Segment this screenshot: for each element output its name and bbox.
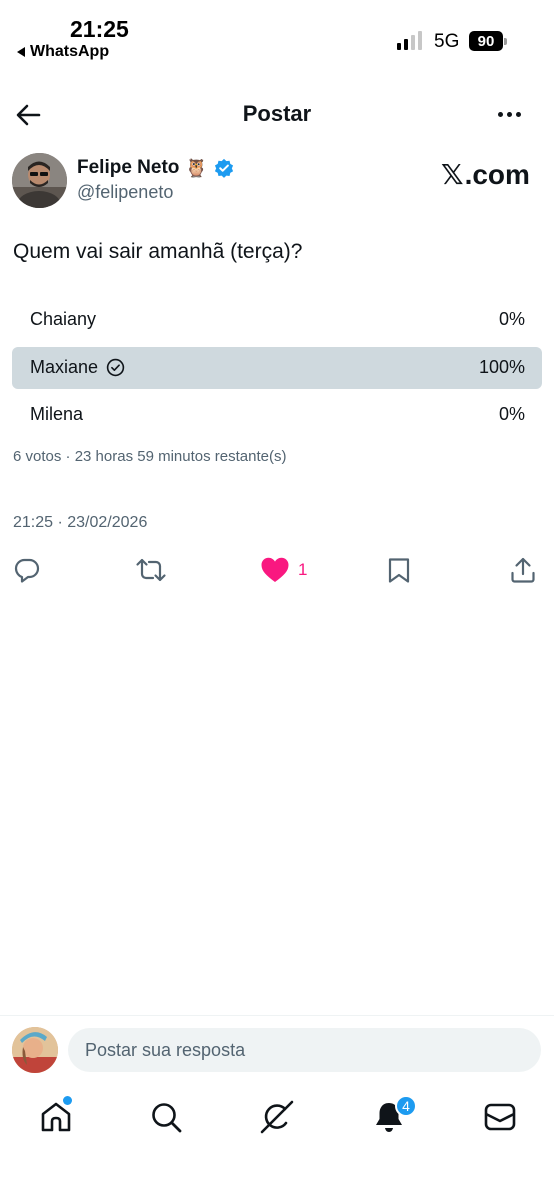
poll-option: Chaiany 0% — [12, 299, 542, 341]
author-avatar[interactable] — [12, 153, 67, 208]
x-com-watermark: 𝕏 .com — [441, 158, 530, 191]
poll-meta: 6 votos · 23 horas 59 minutos restante(s… — [13, 448, 287, 465]
post-timestamp[interactable]: 21:25 · 23/02/2026 — [13, 514, 147, 532]
back-button[interactable] — [14, 100, 44, 130]
user-avatar-image — [12, 1027, 58, 1073]
status-time: 21:25 — [70, 16, 129, 42]
author-handle[interactable]: @felipeneto — [77, 182, 173, 203]
poll-option: Milena 0% — [12, 394, 542, 436]
nav-search[interactable] — [148, 1099, 184, 1135]
verified-icon — [214, 158, 233, 178]
poll-option-selected: Maxiane 100% — [12, 347, 542, 389]
reply-input[interactable] — [68, 1028, 541, 1072]
poll-option-percent: 0% — [498, 404, 525, 424]
grok-icon — [260, 1100, 294, 1134]
author-emoji: 🦉 — [185, 157, 208, 178]
battery-level: 90 — [469, 31, 503, 51]
divider — [0, 1015, 554, 1016]
more-options-button[interactable] — [498, 104, 532, 124]
search-icon — [152, 1103, 182, 1133]
avatar-image — [12, 153, 67, 208]
signal-icon — [397, 31, 422, 50]
post-text: Quem vai sair amanhã (terça)? — [13, 240, 303, 263]
bookmark-button[interactable] — [386, 555, 412, 585]
back-triangle-icon — [17, 47, 25, 57]
nav-messages[interactable] — [482, 1099, 518, 1135]
bookmark-icon — [388, 558, 410, 583]
page-title: Postar — [242, 101, 312, 126]
back-app-label: WhatsApp — [30, 43, 110, 60]
poll-option-label: Maxiane — [30, 357, 99, 377]
watermark-suffix: .com — [464, 158, 530, 190]
check-circle-icon — [106, 358, 125, 377]
user-avatar[interactable] — [12, 1027, 58, 1073]
share-button[interactable] — [509, 555, 537, 585]
poll-option-label: Chaiany — [30, 309, 97, 329]
repost-button[interactable] — [135, 555, 167, 585]
retweet-icon — [136, 558, 166, 582]
back-to-app-link[interactable]: WhatsApp — [17, 43, 109, 61]
author-name[interactable]: Felipe Neto — [77, 157, 179, 179]
x-logo-icon: 𝕏 — [441, 159, 464, 190]
reply-icon — [14, 558, 40, 583]
notifications-badge: 4 — [395, 1095, 417, 1117]
battery-icon: 90 — [469, 31, 507, 51]
network-label: 5G — [434, 31, 460, 52]
poll-option-percent: 100% — [478, 357, 525, 377]
mail-icon — [484, 1103, 516, 1131]
share-icon — [511, 557, 535, 583]
poll-option-percent: 0% — [498, 309, 525, 329]
poll-option-label: Milena — [30, 404, 84, 424]
heart-icon — [261, 557, 289, 582]
reply-button[interactable] — [13, 555, 41, 585]
home-notification-dot — [63, 1096, 72, 1105]
like-button[interactable]: 1 — [260, 555, 307, 585]
like-count: 1 — [298, 560, 308, 579]
more-icon — [498, 111, 503, 117]
back-arrow-icon — [16, 104, 41, 126]
nav-grok[interactable] — [259, 1099, 295, 1135]
